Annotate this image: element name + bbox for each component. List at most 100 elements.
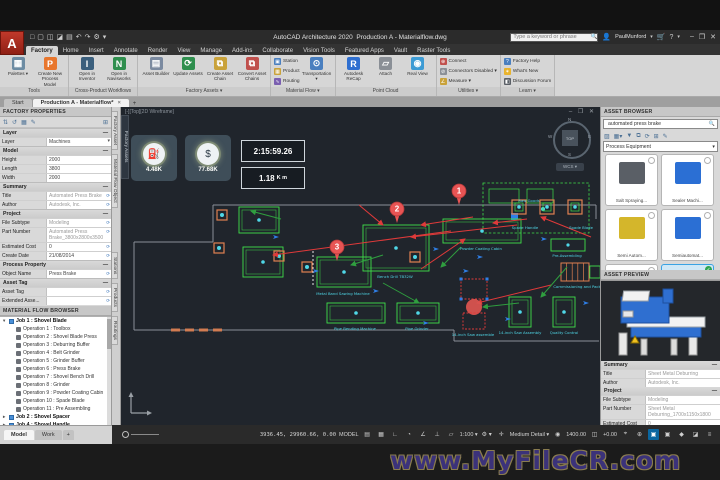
workspace-gear-icon[interactable]: ⚙ bbox=[93, 34, 99, 41]
search-input[interactable] bbox=[511, 34, 591, 40]
refresh-icon[interactable]: ⟳ bbox=[645, 133, 650, 140]
help-icon[interactable]: ? bbox=[670, 34, 674, 41]
ribbon-tab-insert[interactable]: Insert bbox=[84, 46, 109, 55]
property-value[interactable]: ⟳ bbox=[47, 288, 111, 296]
property-value[interactable]: 3800 bbox=[47, 165, 111, 173]
machine-label[interactable]: Pipe Bending Machine bbox=[334, 326, 377, 331]
user-icon[interactable]: 👤 bbox=[602, 33, 611, 41]
collapse-icon[interactable]: — bbox=[103, 130, 108, 136]
section-header[interactable]: Model — bbox=[0, 147, 111, 155]
settings-icon[interactable]: ⊞ bbox=[654, 133, 659, 140]
cost-hud-tile[interactable]: $ 77.68K bbox=[185, 135, 231, 181]
machine-label[interactable]: Bench Drill TB32W bbox=[377, 274, 413, 279]
collapse-icon[interactable]: — bbox=[103, 148, 108, 154]
tree-operation-item[interactable]: Operation 11 : Pre Assembling bbox=[0, 405, 111, 413]
operator-marker[interactable] bbox=[541, 237, 547, 241]
machine-label[interactable]: Spade Blade bbox=[569, 225, 593, 230]
sync-icon[interactable]: ⟳ bbox=[106, 229, 110, 235]
ribbon-group-label[interactable]: Tools bbox=[0, 87, 68, 96]
thumb-radio-icon[interactable] bbox=[648, 157, 655, 164]
sync-icon[interactable]: ⟳ bbox=[106, 193, 110, 199]
detail-level[interactable]: Medium Detail ▾ bbox=[510, 432, 549, 438]
3d-osnap-icon[interactable]: ⊕ bbox=[634, 429, 645, 440]
factory-help-button[interactable]: ? Factory Help bbox=[503, 57, 551, 66]
machine-connection-dot[interactable] bbox=[562, 310, 566, 314]
tree-operation-item[interactable]: Operation 6 : Press Brake bbox=[0, 365, 111, 373]
plot-icon[interactable]: ▤ bbox=[66, 34, 73, 41]
asset-thumbnail[interactable]: Sealer Machi... bbox=[661, 154, 714, 206]
qat-dropdown-icon[interactable]: ▾ bbox=[103, 34, 107, 41]
undo-icon[interactable]: ↶ bbox=[76, 34, 82, 41]
workspace-switching-icon[interactable]: ⚙ ▾ bbox=[481, 429, 493, 440]
asset-category-dropdown[interactable]: Process Equipment ▾ bbox=[603, 141, 718, 152]
section-header[interactable]: Summary — bbox=[0, 183, 111, 191]
redo-icon[interactable]: ↷ bbox=[85, 34, 91, 41]
edit-icon[interactable]: ✎ bbox=[31, 119, 36, 126]
signed-in-user[interactable]: PaulMunford bbox=[615, 34, 646, 40]
sync-icon[interactable]: ⟳ bbox=[106, 220, 110, 226]
sync-icon[interactable]: ⟳ bbox=[106, 289, 110, 295]
ribbon-tab-raster-tools[interactable]: Raster Tools bbox=[412, 46, 455, 55]
create-process-model-button[interactable]: P Create New Process Model bbox=[35, 57, 65, 87]
tree-operation-item[interactable]: Operation 9 : Powder Coating Cabin bbox=[0, 389, 111, 397]
annotation-monitor-icon[interactable]: ✛ bbox=[496, 429, 507, 440]
selection-cycling-icon[interactable]: ⌖ bbox=[620, 429, 631, 440]
spade-station-dot[interactable] bbox=[545, 205, 549, 209]
routing-button[interactable]: ∿ Routing bbox=[274, 77, 300, 86]
open-in-inventor-button[interactable]: I Open in Inventor bbox=[72, 57, 102, 82]
file-tab-close-icon[interactable]: × bbox=[118, 100, 121, 106]
collapse-icon[interactable]: — bbox=[103, 280, 108, 286]
search-icon[interactable]: 🔍 bbox=[591, 34, 598, 40]
pencil-icon[interactable]: ✎ bbox=[663, 133, 668, 140]
hardware-acceleration-icon[interactable]: ▣ bbox=[648, 429, 659, 440]
ortho-icon[interactable]: ∟ bbox=[390, 429, 401, 440]
attach-button[interactable]: ▱ Attach bbox=[371, 57, 401, 76]
sync-icon[interactable]: ⟳ bbox=[106, 271, 110, 277]
selection-grip[interactable] bbox=[459, 277, 463, 281]
asset-search-box[interactable]: 🔍 bbox=[603, 119, 718, 129]
connector-dot[interactable] bbox=[305, 265, 309, 269]
ribbon-group-label[interactable]: Point Cloud bbox=[335, 87, 436, 96]
side-tab-material-flow-object[interactable]: Material Flow Object bbox=[112, 154, 118, 208]
spade-station-dot[interactable] bbox=[573, 205, 577, 209]
operator-marker[interactable] bbox=[477, 255, 483, 259]
material-flow-arrow-green[interactable] bbox=[250, 209, 282, 220]
truck-trailer[interactable] bbox=[560, 262, 590, 282]
tree-operation-item[interactable]: Operation 4 : Belt Grinder bbox=[0, 349, 111, 357]
asset-browser-header[interactable]: ASSET BROWSER bbox=[601, 107, 720, 117]
viewcube[interactable]: TOP N E S W WCS ▾ bbox=[548, 117, 592, 179]
pre-assembling-dot[interactable] bbox=[566, 243, 570, 247]
open-icon[interactable]: ▢ bbox=[37, 34, 44, 41]
layout-tab-model[interactable]: Model bbox=[4, 430, 34, 440]
whats-new-button[interactable]: ✶ What's New bbox=[503, 67, 551, 76]
viewcube-top-face[interactable]: TOP bbox=[562, 130, 578, 146]
polar-tracking-icon[interactable]: ◔ bbox=[404, 429, 415, 440]
operator-marker[interactable] bbox=[583, 301, 589, 305]
machine-label[interactable]: Pipe Grinder bbox=[405, 326, 429, 331]
ribbon-tab-featured-apps[interactable]: Featured Apps bbox=[340, 46, 389, 55]
infer-constraints-icon[interactable]: ▤ bbox=[362, 429, 373, 440]
selected-machine-outline[interactable] bbox=[462, 312, 486, 330]
property-value[interactable]: ⟳ bbox=[47, 297, 111, 305]
section-header[interactable]: Process Property — bbox=[0, 261, 111, 269]
collapse-icon[interactable]: — bbox=[103, 262, 108, 268]
machine-label[interactable]: Spade Handle bbox=[512, 225, 539, 230]
ribbon-group-label[interactable]: Material Flow ▾ bbox=[271, 87, 335, 96]
asset-thumbnail[interactable]: Semi Autom... bbox=[605, 209, 658, 261]
material-flow-browser-header[interactable]: MATERIAL FLOW BROWSER bbox=[0, 306, 111, 316]
lineweight-icon[interactable]: ▱ bbox=[446, 429, 457, 440]
warehouse-rack[interactable] bbox=[488, 188, 520, 204]
tree-operation-item[interactable]: Operation 2 : Shovel Blade Press bbox=[0, 333, 111, 341]
machine-label[interactable]: Commissioning and Packing bbox=[553, 284, 600, 289]
travel-distance-box[interactable]: 1.18 K m bbox=[241, 167, 305, 189]
material-flow-arrow-red[interactable] bbox=[420, 216, 474, 228]
graphics-value[interactable]: 1400.00 bbox=[566, 432, 586, 438]
asset-thumbnail[interactable]: Shaping Mac... bbox=[605, 264, 658, 270]
property-value[interactable]: Automated Press Brake ⟳ bbox=[47, 192, 111, 200]
sync-icon[interactable]: ⟳ bbox=[106, 244, 110, 250]
sort-icon[interactable]: ⇅ bbox=[3, 119, 8, 126]
machine-connection-dot[interactable] bbox=[257, 218, 261, 222]
property-value[interactable]: Press Brake ⟳ bbox=[47, 270, 111, 278]
asset-thumbnail[interactable]: ✓Sheet Metal... bbox=[661, 264, 714, 270]
property-value[interactable]: Autodesk, Inc. ⟳ bbox=[47, 201, 111, 209]
